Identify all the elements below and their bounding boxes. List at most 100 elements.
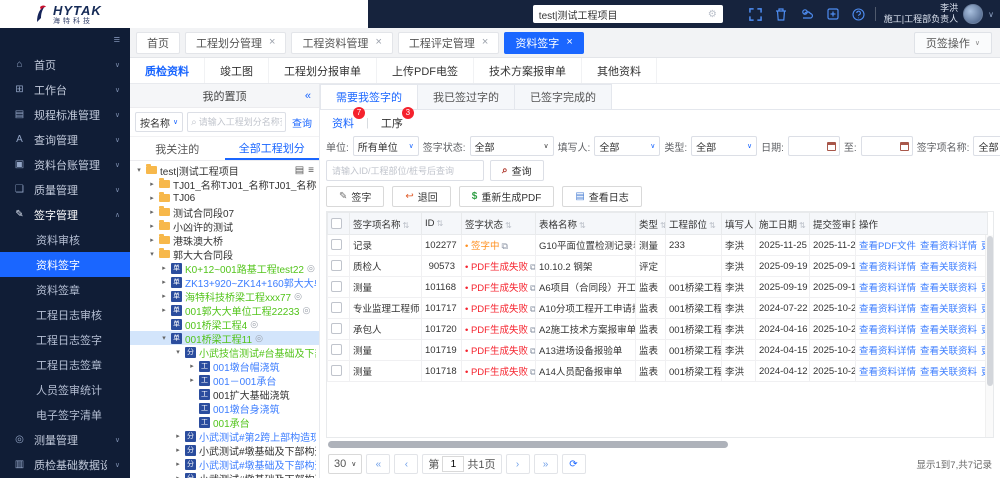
- col-date[interactable]: 施工日期: [756, 213, 810, 235]
- tree-search-input[interactable]: [199, 117, 282, 127]
- copy-icon[interactable]: ⧉: [530, 262, 536, 272]
- tree-node[interactable]: ▸小凶许的测试: [130, 219, 319, 233]
- sidebar-item-standards[interactable]: ▤ 规程标准管理 ∨: [0, 102, 130, 127]
- expander-icon[interactable]: ▸: [148, 194, 156, 202]
- sign-item-select[interactable]: 全部∨: [973, 136, 1000, 156]
- close-icon[interactable]: ×: [269, 37, 275, 48]
- tab-project-division[interactable]: 工程划分管理×: [185, 32, 286, 54]
- sidebar-item-query[interactable]: A 查询管理 ∨: [0, 127, 130, 152]
- tab-my-follow[interactable]: 我关注的: [130, 137, 225, 160]
- tab-sign-complete[interactable]: 已签字完成的: [514, 84, 612, 109]
- package-icon[interactable]: [827, 8, 839, 20]
- user-caret-icon[interactable]: ∨: [988, 10, 994, 19]
- table-search-button[interactable]: ⌕ 查询: [490, 160, 544, 181]
- sidebar-item-signature[interactable]: ✎ 签字管理 ∧: [0, 202, 130, 227]
- writer-select[interactable]: 全部∨: [594, 136, 660, 156]
- tab-project-evaluation[interactable]: 工程评定管理×: [398, 32, 499, 54]
- project-switch-icon[interactable]: ⚙: [708, 9, 717, 20]
- help-icon[interactable]: [852, 8, 865, 21]
- sidebar-item-workbench[interactable]: ⊞ 工作台 ∨: [0, 77, 130, 102]
- action-link[interactable]: 查看资料详情: [859, 346, 916, 357]
- action-link[interactable]: 查看资料详情: [859, 262, 916, 273]
- regenerate-pdf-button[interactable]: $重新生成PDF: [459, 186, 555, 207]
- expander-icon[interactable]: ▸: [160, 278, 168, 286]
- close-icon[interactable]: ×: [566, 37, 572, 48]
- select-all-checkbox[interactable]: [331, 218, 342, 229]
- sidebar-item-quality[interactable]: ❏ 质量管理 ∨: [0, 177, 130, 202]
- tree-node[interactable]: 工001墩台身浇筑: [130, 401, 319, 415]
- tree-node[interactable]: ▾郭大大合同段: [130, 247, 319, 261]
- tree-node[interactable]: ▸港珠澳大桥: [130, 233, 319, 247]
- refresh-button[interactable]: ⟳: [562, 454, 586, 474]
- tree-node[interactable]: ▸工001墩台帽浇筑: [130, 359, 319, 373]
- tree-node-selected[interactable]: ▾单001桥梁工程11◎: [130, 331, 319, 345]
- copy-icon[interactable]: ⧉: [501, 241, 507, 251]
- expander-icon[interactable]: ▸: [174, 474, 182, 478]
- subtab-quality-data[interactable]: 质检资料: [130, 58, 205, 83]
- action-link[interactable]: 查看关联资料: [920, 262, 977, 273]
- return-button[interactable]: ↩退回: [392, 186, 450, 207]
- page-operations-button[interactable]: 页签操作 ∨: [914, 32, 992, 54]
- tree-node[interactable]: ▸单ZK13+920~ZK14+160郭大大单位工程4...: [130, 275, 319, 289]
- action-link[interactable]: 查看关联资料: [920, 325, 977, 336]
- prev-page-button[interactable]: ‹: [394, 454, 418, 474]
- tab-project-data[interactable]: 工程资料管理×: [291, 32, 392, 54]
- close-icon[interactable]: ×: [482, 37, 488, 48]
- tree-node[interactable]: 工001承台: [130, 415, 319, 429]
- tree-node[interactable]: ▸TJ01_名称TJ01_名称TJ01_名称TJ01_名称TJ0...: [130, 177, 319, 191]
- page-number-input[interactable]: [442, 456, 464, 472]
- sidebar-item-esign-list[interactable]: 电子签字清单: [0, 402, 130, 427]
- tree-node[interactable]: ▸TJ06: [130, 191, 319, 205]
- copy-icon[interactable]: ⧉: [530, 283, 536, 293]
- col-id[interactable]: ID: [422, 213, 462, 235]
- tab-data-sign[interactable]: 资料签字×: [504, 32, 583, 54]
- trash-icon[interactable]: [775, 8, 787, 21]
- row-checkbox[interactable]: [331, 260, 342, 271]
- action-link[interactable]: 查看关联资料: [920, 346, 977, 357]
- tab-i-signed[interactable]: 我已签过字的: [417, 84, 515, 109]
- col-submit-date[interactable]: 提交签审日期: [810, 213, 856, 235]
- date-to-input[interactable]: [861, 136, 913, 156]
- col-type[interactable]: 类型: [636, 213, 666, 235]
- expander-icon[interactable]: ▸: [148, 180, 156, 188]
- action-link[interactable]: 查看关联资料: [920, 283, 977, 294]
- type-select[interactable]: 全部∨: [691, 136, 757, 156]
- tree-search-button[interactable]: 查询: [290, 115, 314, 130]
- sidebar-item-data-sign[interactable]: 资料签字: [0, 252, 130, 277]
- action-link[interactable]: 查看资料详情: [859, 283, 916, 294]
- expander-icon[interactable]: ▸: [174, 432, 182, 440]
- row-checkbox[interactable]: [331, 344, 342, 355]
- view-log-button[interactable]: ▤查看日志: [562, 186, 641, 207]
- tab-need-my-sign[interactable]: 需要我签字的: [320, 84, 418, 109]
- locate-icon[interactable]: ◎: [307, 263, 315, 274]
- locate-icon[interactable]: ◎: [303, 305, 311, 316]
- row-checkbox[interactable]: [331, 365, 342, 376]
- menu-view-icon[interactable]: ≡: [308, 165, 314, 176]
- action-link[interactable]: 查看资料详情: [859, 367, 916, 378]
- col-sign-item[interactable]: 签字项名称: [350, 213, 422, 235]
- action-link[interactable]: 查看资料详情: [920, 241, 977, 252]
- expander-icon[interactable]: ▾: [135, 166, 143, 174]
- close-icon[interactable]: ×: [375, 37, 381, 48]
- expander-icon[interactable]: ▾: [174, 348, 182, 356]
- action-link[interactable]: 查看资料详情: [859, 304, 916, 315]
- subtab-other-data[interactable]: 其他资料: [582, 58, 657, 83]
- sidebar-item-log-seal[interactable]: 工程日志签章: [0, 352, 130, 377]
- sidebar-item-measure[interactable]: ◎ 测量管理 ∨: [0, 427, 130, 452]
- search-type-select[interactable]: 按名称 ∨: [135, 112, 183, 132]
- row-checkbox[interactable]: [331, 323, 342, 334]
- sidebar-item-basedata[interactable]: ▥ 质检基础数据设置 ∨: [0, 452, 130, 477]
- sidebar-item-home[interactable]: ⌂ 首页 ∨: [0, 52, 130, 77]
- locate-icon[interactable]: ◎: [250, 319, 258, 330]
- fullscreen-icon[interactable]: [749, 8, 762, 21]
- page-size-select[interactable]: 30∨: [328, 454, 362, 474]
- action-link[interactable]: 查看PDF文件: [859, 241, 916, 252]
- col-status[interactable]: 签字状态: [462, 213, 536, 235]
- tree-node[interactable]: ▸单001郭大大单位工程22233◎: [130, 303, 319, 317]
- user-menu[interactable]: 李洪 施工|工程部负责人 ∨: [884, 3, 994, 26]
- panel-collapse-icon[interactable]: «: [305, 90, 311, 102]
- tree-node[interactable]: ▸单K0+12~001路基工程test22◎: [130, 261, 319, 275]
- first-page-button[interactable]: «: [366, 454, 390, 474]
- tree-node[interactable]: ▾test|测试工程项目▤≡: [130, 163, 319, 177]
- expander-icon[interactable]: ▸: [174, 460, 182, 468]
